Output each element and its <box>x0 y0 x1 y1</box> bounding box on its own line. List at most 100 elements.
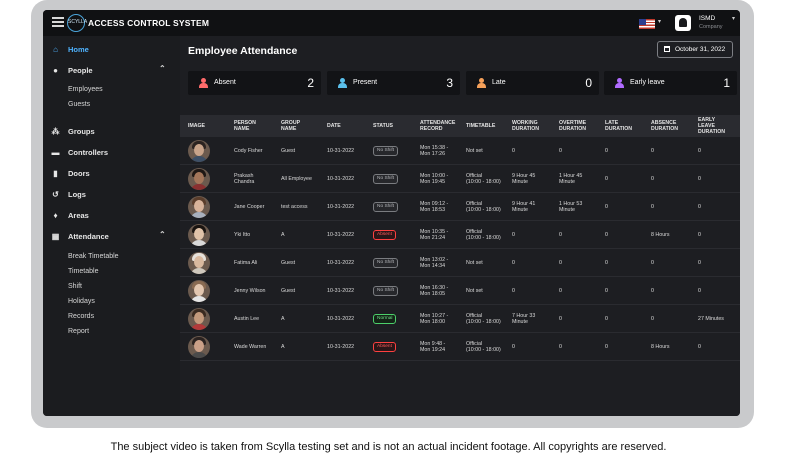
user-menu-caret-icon[interactable]: ▾ <box>732 15 735 22</box>
language-caret-icon[interactable]: ▾ <box>658 18 661 25</box>
user-name[interactable]: ISMD <box>699 15 715 22</box>
home-icon: ⌂ <box>53 45 58 54</box>
column-header: OVERTIME DURATION <box>559 120 587 132</box>
stat-card-present[interactable]: Present 3 <box>327 71 460 95</box>
sidebar: ⌂ Home ● People ⌃ Employees Guests ⁂ Gro… <box>43 36 180 416</box>
cell-late: 0 <box>605 203 608 210</box>
stat-card-early-leave[interactable]: Early leave 1 <box>604 71 737 95</box>
column-header: PERSON NAME <box>234 120 256 132</box>
sidebar-item-controllers[interactable]: ▬ Controllers <box>43 146 180 160</box>
cell-early: 0 <box>698 231 701 238</box>
stat-value: 3 <box>446 76 453 90</box>
sidebar-item-doors[interactable]: ▮ Doors <box>43 167 180 181</box>
cell-group: Guest <box>281 287 296 294</box>
sidebar-item-logs[interactable]: ↺ Logs <box>43 188 180 202</box>
column-header: ATTENDANCE RECORD <box>420 120 456 132</box>
sidebar-item-groups[interactable]: ⁂ Groups <box>43 125 180 139</box>
hamburger-menu-icon[interactable] <box>52 17 64 27</box>
sidebar-subitem-records[interactable]: Records <box>68 313 94 320</box>
cell-absence: 0 <box>651 175 654 182</box>
caption: The subject video is taken from Scylla t… <box>110 441 667 453</box>
table-row[interactable]: Yki Itto A 10-31-2022 Absent Mon 10:35 - Mon… <box>180 221 740 249</box>
stat-label: Present <box>353 79 378 86</box>
cell-overtime: 0 <box>559 259 562 266</box>
cell-date: 10-31-2022 <box>327 203 355 210</box>
column-header: GROUP NAME <box>281 120 301 132</box>
sidebar-item-label: People <box>68 66 93 75</box>
cell-early: 0 <box>698 175 701 182</box>
column-header: WORKING DURATION <box>512 120 539 132</box>
table-row[interactable]: Fatima Ali Guest 10-31-2022 No Shift Mon 13:… <box>180 249 740 277</box>
sidebar-item-label: Groups <box>68 127 95 136</box>
chevron-up-icon[interactable]: ⌃ <box>159 230 166 239</box>
sidebar-subitem-timetable[interactable]: Timetable <box>68 268 98 275</box>
sidebar-subitem-guests[interactable]: Guests <box>68 101 90 108</box>
cell-timetable: Official (10:00 - 18:00) <box>466 228 501 242</box>
cell-working: 0 <box>512 343 515 350</box>
cell-timetable: Not set <box>466 147 483 154</box>
stat-card-late[interactable]: Late 0 <box>466 71 599 95</box>
cell-status: Absent <box>373 221 396 249</box>
cell-date: 10-31-2022 <box>327 259 355 266</box>
calendar-icon <box>664 46 670 52</box>
sidebar-subitem-holidays[interactable]: Holidays <box>68 298 95 305</box>
sidebar-item-home[interactable]: ⌂ Home <box>43 43 180 57</box>
date-picker-button[interactable]: October 31, 2022 <box>657 41 733 58</box>
cell-late: 0 <box>605 315 608 322</box>
controller-icon: ▬ <box>51 148 60 157</box>
sidebar-item-label: Attendance <box>68 232 109 241</box>
avatar <box>188 308 210 330</box>
date-picker-value: October 31, 2022 <box>675 46 726 53</box>
cell-timetable: Official (10:00 - 18:00) <box>466 312 501 326</box>
status-badge: No Shift <box>373 174 399 184</box>
us-flag-icon[interactable] <box>639 19 655 29</box>
sidebar-subitem-break-timetable[interactable]: Break Timetable <box>68 253 119 260</box>
groups-icon: ⁂ <box>51 127 60 136</box>
cell-early: 0 <box>698 343 701 350</box>
cell-group: A <box>281 315 285 322</box>
cell-working: 9 Hour 45 Minute <box>512 172 536 186</box>
sidebar-item-label: Doors <box>68 169 90 178</box>
chevron-up-icon[interactable]: ⌃ <box>159 64 166 73</box>
cell-absence: 0 <box>651 259 654 266</box>
cell-name: Fatima Ali <box>234 259 258 266</box>
table-row[interactable]: Cody Fisher Guest 10-31-2022 No Shift Mon 15… <box>180 137 740 165</box>
sidebar-subitem-employees[interactable]: Employees <box>68 86 103 93</box>
stat-label: Absent <box>214 79 236 86</box>
sidebar-subitem-report[interactable]: Report <box>68 328 89 335</box>
stat-value: 1 <box>723 76 730 90</box>
sidebar-item-areas[interactable]: ♦ Areas <box>43 209 180 223</box>
cell-status: Absent <box>373 333 396 361</box>
scylla-logo: SCYLLA <box>67 14 87 32</box>
table-row[interactable]: Prakash Chandra All Employee 10-31-2022 No … <box>180 165 740 193</box>
sidebar-item-attendance[interactable]: ▦ Attendance ⌃ <box>43 230 180 244</box>
cell-late: 0 <box>605 231 608 238</box>
cell-record: Mon 10:00 - Mon 19:45 <box>420 172 449 186</box>
top-bar: SCYLLA ACCESS CONTROL SYSTEM ▾ ISMD Comp… <box>43 10 740 36</box>
status-badge: No Shift <box>373 258 399 268</box>
cell-group: Guest <box>281 259 296 266</box>
person-status-icon <box>477 78 487 88</box>
avatar <box>188 224 210 246</box>
cell-timetable: Not set <box>466 287 483 294</box>
stat-value: 0 <box>585 76 592 90</box>
table-row[interactable]: Jane Cooper test access 10-31-2022 No Shift… <box>180 193 740 221</box>
table-row[interactable]: Jenny Wilson Guest 10-31-2022 No Shift Mon 1… <box>180 277 740 305</box>
stat-card-absent[interactable]: Absent 2 <box>188 71 321 95</box>
cell-absence: 0 <box>651 203 654 210</box>
table-row[interactable]: Wade Warren A 10-31-2022 Absent Mon 9:48 - M… <box>180 333 740 361</box>
location-pin-icon: ♦ <box>53 211 58 220</box>
user-avatar-icon[interactable] <box>675 15 691 31</box>
cell-status: No Shift <box>373 137 399 165</box>
sidebar-item-people[interactable]: ● People ⌃ <box>43 64 180 78</box>
cell-name: Jane Cooper <box>234 203 265 210</box>
sidebar-subitem-shift[interactable]: Shift <box>68 283 82 290</box>
cell-overtime: 0 <box>559 315 562 322</box>
cell-working: 0 <box>512 259 515 266</box>
cell-late: 0 <box>605 287 608 294</box>
cell-status: No Shift <box>373 193 399 221</box>
cell-group: test access <box>281 203 308 210</box>
table-row[interactable]: Austin Lee A 10-31-2022 Normal Mon 10:27 - M… <box>180 305 740 333</box>
cell-name: Cody Fisher <box>234 147 263 154</box>
status-badge: No Shift <box>373 202 399 212</box>
